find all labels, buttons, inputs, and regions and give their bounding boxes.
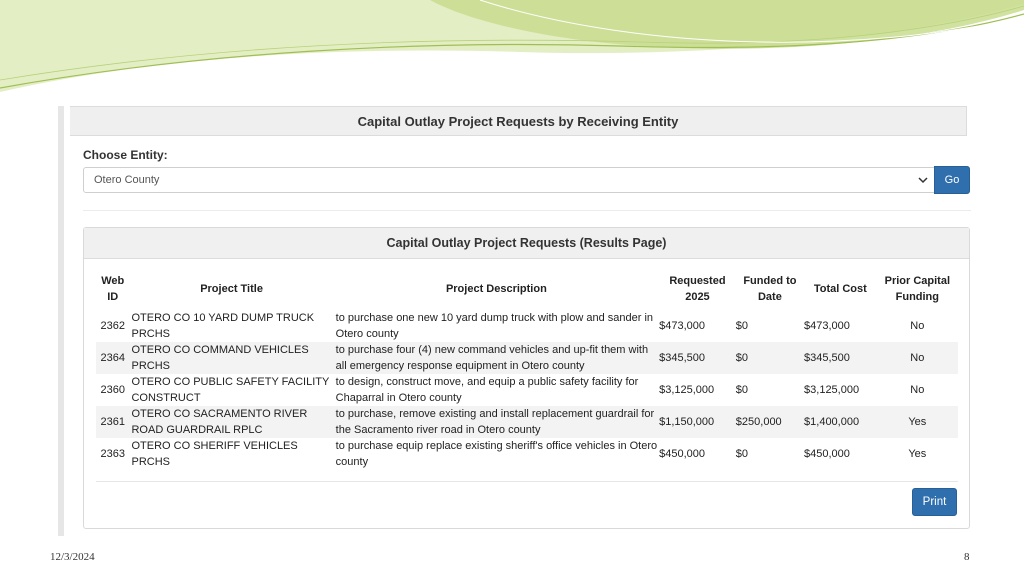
slide-date: 12/3/2024 — [50, 551, 95, 563]
cell-requested: $450,000 — [659, 448, 705, 460]
entity-select-value: Otero County — [94, 174, 160, 186]
header-swoosh-decoration — [0, 0, 1024, 92]
cell-web-id: 2361 — [96, 406, 130, 438]
divider — [96, 481, 958, 482]
cell-web-id: 2360 — [100, 384, 125, 396]
cell-funded: $0 — [735, 320, 749, 332]
cell-funded: $0 — [735, 448, 749, 460]
cell-total: $345,500 — [804, 342, 877, 374]
cell-title: OTERO CO SACRAMENTO RIVER ROAD GUARDRAIL… — [129, 406, 334, 438]
cell-prior: No — [910, 320, 925, 332]
cell-requested: $345,500 — [659, 342, 736, 374]
cell-description: to purchase four (4) new command vehicle… — [333, 342, 660, 374]
cell-funded: $250,000 — [735, 406, 805, 438]
table-header-row: Web ID Project Title Project Description… — [96, 268, 958, 310]
cell-funded: $0 — [735, 384, 749, 396]
cell-description: to purchase equip replace existing sheri… — [335, 440, 658, 468]
table-row: 2361 OTERO CO SACRAMENTO RIVER ROAD GUAR… — [96, 406, 958, 438]
col-header-funded: Funded to Date — [743, 275, 797, 303]
divider — [83, 210, 971, 211]
cell-prior: Yes — [876, 406, 958, 438]
cell-total: $450,000 — [804, 448, 850, 460]
cell-prior: Yes — [908, 448, 927, 460]
table-row: 2360 OTERO CO PUBLIC SAFETY FACILITY CON… — [96, 374, 958, 406]
cell-requested: $473,000 — [659, 320, 705, 332]
results-title: Capital Outlay Project Requests (Results… — [84, 228, 969, 259]
col-header-requested: Requested 2025 — [669, 275, 726, 303]
table-row: 2364 OTERO CO COMMAND VEHICLES PRCHS to … — [96, 342, 958, 374]
cell-total: $3,125,000 — [804, 384, 860, 396]
cell-description: to design, construct move, and equip a p… — [335, 376, 639, 404]
cell-funded: $0 — [735, 342, 805, 374]
results-panel: Capital Outlay Project Requests (Results… — [83, 227, 970, 529]
slide-number: 8 — [964, 551, 970, 563]
cell-requested: $3,125,000 — [659, 384, 715, 396]
cell-web-id: 2364 — [96, 342, 130, 374]
table-row: 2362 OTERO CO 10 YARD DUMP TRUCK PRCHS t… — [96, 310, 958, 342]
entity-select[interactable]: Otero County — [83, 167, 935, 193]
col-header-prior: Prior Capital Funding — [884, 275, 951, 303]
cell-total: $1,400,000 — [804, 406, 877, 438]
col-header-web-id: Web ID — [101, 275, 125, 303]
page-title: Capital Outlay Project Requests by Recei… — [70, 106, 967, 136]
choose-entity-label: Choose Entity: — [83, 148, 168, 162]
cell-requested: $1,150,000 — [659, 406, 736, 438]
col-header-title: Project Title — [200, 283, 263, 295]
cell-web-id: 2362 — [100, 320, 125, 332]
cell-prior: No — [910, 384, 925, 396]
cell-web-id: 2363 — [100, 448, 125, 460]
requests-table: Web ID Project Title Project Description… — [96, 268, 958, 470]
cell-description: to purchase, remove existing and install… — [333, 406, 660, 438]
col-header-description: Project Description — [445, 283, 547, 295]
table-row: 2363 OTERO CO SHERIFF VEHICLES PRCHS to … — [96, 438, 958, 470]
cell-description: to purchase one new 10 yard dump truck w… — [335, 312, 654, 340]
cell-title: OTERO CO COMMAND VEHICLES PRCHS — [129, 342, 334, 374]
cell-title: OTERO CO SHERIFF VEHICLES PRCHS — [131, 440, 298, 468]
col-header-total: Total Cost — [813, 283, 867, 295]
app-panel: Capital Outlay Project Requests by Recei… — [58, 106, 971, 536]
cell-title: OTERO CO PUBLIC SAFETY FACILITY CONSTRUC… — [131, 376, 330, 404]
cell-total: $473,000 — [804, 320, 850, 332]
cell-title: OTERO CO 10 YARD DUMP TRUCK PRCHS — [131, 312, 315, 340]
chevron-down-icon — [918, 174, 928, 189]
print-button[interactable]: Print — [912, 488, 957, 516]
cell-prior: No — [876, 342, 958, 374]
go-button[interactable]: Go — [934, 166, 970, 194]
